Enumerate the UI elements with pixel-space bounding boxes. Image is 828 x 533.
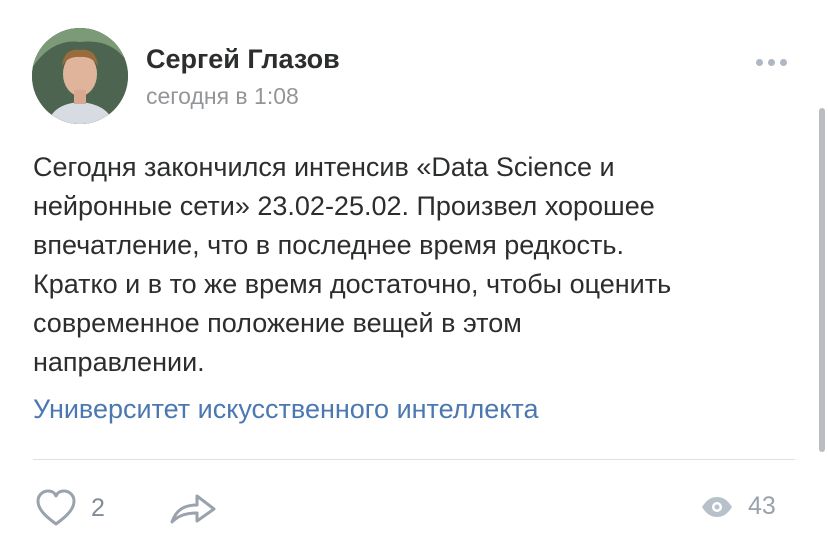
- views-count: 43: [748, 492, 776, 520]
- eye-icon: [702, 496, 732, 517]
- post-text-line: Сегодня закончился интенсив «Data Scienc…: [33, 152, 615, 182]
- author-name[interactable]: Сергей Глазов: [146, 44, 340, 75]
- post-timestamp[interactable]: сегодня в 1:08: [146, 83, 299, 110]
- share-arrow-icon: [170, 494, 216, 524]
- more-dots-icon[interactable]: [752, 55, 790, 69]
- share-button[interactable]: [168, 490, 218, 526]
- author-avatar[interactable]: [32, 28, 128, 124]
- post-text: Сегодня закончился интенсив «Data Scienc…: [33, 148, 813, 382]
- avatar-photo: [32, 28, 128, 124]
- views-counter: 43: [700, 492, 776, 521]
- heart-outline-icon: [36, 489, 76, 526]
- source-link[interactable]: Университет искусственного интеллекта: [33, 390, 538, 429]
- like-count: 2: [91, 493, 105, 522]
- post-text-line: современное положение вещей в этом: [33, 308, 522, 338]
- post-text-line: впечатление, что в последнее время редко…: [33, 230, 624, 260]
- post-text-line: нейронные сети» 23.02-25.02. Произвел хо…: [33, 191, 655, 221]
- like-button[interactable]: 2: [35, 488, 105, 528]
- post-text-line: Кратко и в то же время достаточно, чтобы…: [33, 269, 672, 299]
- scrollbar[interactable]: [819, 108, 825, 452]
- feed-post: Сергей Глазов сегодня в 1:08 Сегодня зак…: [0, 0, 828, 533]
- divider: [33, 459, 795, 460]
- post-text-line: направлении.: [33, 347, 205, 377]
